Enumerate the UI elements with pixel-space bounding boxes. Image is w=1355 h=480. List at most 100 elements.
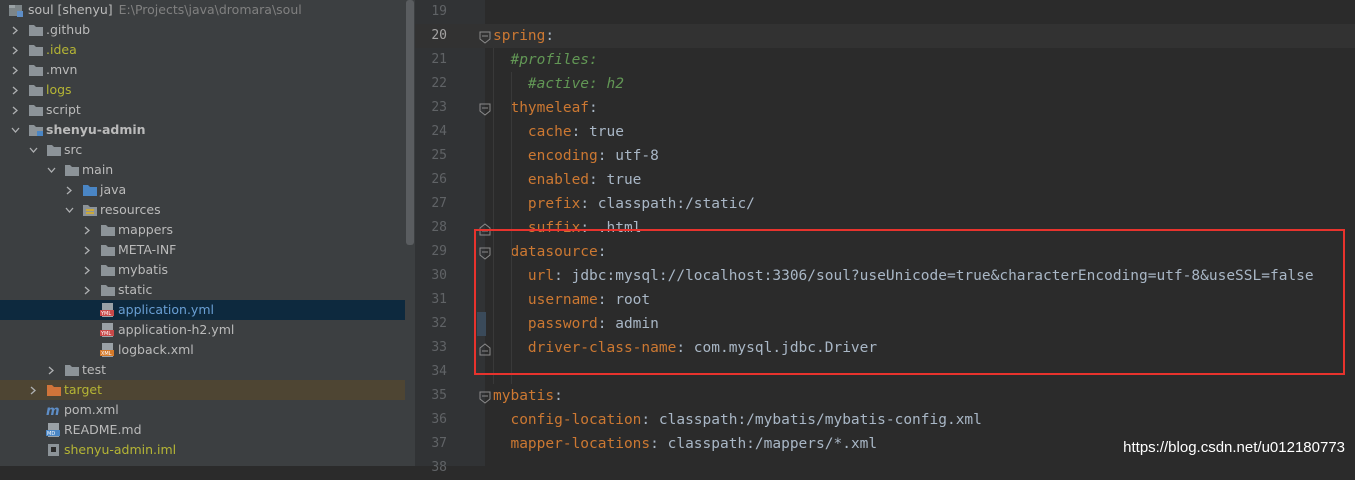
tree-item[interactable]: target [0,380,405,400]
tree-scrollbar-thumb[interactable] [406,0,414,245]
project-icon [8,3,24,17]
yml-file-icon: YML [100,303,116,317]
folder-icon [28,43,44,57]
yaml-text [493,52,510,68]
chevron-right-icon[interactable] [64,180,76,200]
yaml-key: enabled [527,172,590,188]
chevron-right-icon[interactable] [10,80,22,100]
svg-text:MD: MD [47,431,55,437]
tree-item-label: shenyu-admin.iml [64,442,177,457]
code-line[interactable]: enabled: true [493,168,642,192]
tree-item[interactable]: mybatis [0,260,405,280]
yaml-comment: #profiles: [510,52,598,68]
tree-root[interactable]: soul [shenyu] E:\Projects\java\dromara\so… [0,0,405,20]
chevron-right-icon[interactable] [82,240,94,260]
chevron-right-icon[interactable] [82,260,94,280]
code-line[interactable]: spring: [493,24,554,48]
chevron-right-icon[interactable] [10,60,22,80]
code-line[interactable]: mapper-locations: classpath:/mappers/*.x… [493,432,877,456]
chevron-right-icon[interactable] [10,40,22,60]
tree-item-label: logback.xml [118,342,194,357]
annotation-highlight-box [474,229,1345,375]
chevron-right-icon[interactable] [10,20,22,40]
tree-item-label: resources [100,202,161,217]
yaml-key: prefix [527,196,581,212]
project-name: soul [shenyu] [28,2,113,17]
tree-item[interactable]: static [0,280,405,300]
tree-scrollbar[interactable] [405,0,415,466]
chevron-right-icon[interactable] [10,100,22,120]
line-number: 25 [431,148,447,163]
tree-item-label: .github [46,22,91,37]
code-line[interactable]: thymeleaf: [493,96,597,120]
tree-item[interactable]: resources [0,200,405,220]
code-line[interactable]: cache: true [493,120,624,144]
tree-item[interactable]: src [0,140,405,160]
folder-icon [28,23,44,37]
tree-item[interactable]: YML application-h2.yml [0,320,405,340]
tree-item[interactable]: META-INF [0,240,405,260]
line-number: 20 [431,28,447,43]
code-line[interactable]: #profiles: [493,48,598,72]
line-number: 24 [431,124,447,139]
tree-item[interactable]: MD README.md [0,420,405,440]
tree-item-label: .mvn [46,62,78,77]
tree-item[interactable]: java [0,180,405,200]
tree-item[interactable]: shenyu-admin.iml [0,440,405,460]
xml-file-icon: XML [100,343,116,357]
tree-item[interactable]: .idea [0,40,405,60]
fold-open-icon[interactable] [479,101,492,116]
tree-item[interactable]: script [0,100,405,120]
tree-item-label: README.md [64,422,142,437]
tree-item[interactable]: XML logback.xml [0,340,405,360]
code-line[interactable]: mybatis: [493,384,563,408]
fold-open-icon[interactable] [479,29,492,44]
source-folder-icon [82,183,98,197]
chevron-right-icon[interactable] [46,360,58,380]
chevron-down-icon[interactable] [64,200,76,220]
code-line[interactable]: #active: h2 [493,72,624,96]
project-tree: soul [shenyu] E:\Projects\java\dromara\so… [0,0,405,466]
tree-item-label: test [82,362,107,377]
tree-item-label: logs [46,82,72,97]
yaml-key: mapper-locations [510,436,651,452]
line-number: 28 [431,220,447,235]
tree-item-label: mappers [118,222,174,237]
chevron-down-icon[interactable] [46,160,58,180]
yaml-text: : [554,388,563,404]
tree-item[interactable]: main [0,160,405,180]
tree-item[interactable]: shenyu-admin [0,120,405,140]
watermark: https://blog.csdn.net/u012180773 [1123,439,1345,456]
tree-item-label: src [64,142,83,157]
yaml-text: : classpath:/mappers/*.xml [650,436,878,452]
tree-item[interactable]: YML application.yml [0,300,405,320]
code-line[interactable]: encoding: utf-8 [493,144,659,168]
fold-open-icon[interactable] [479,389,492,404]
code-line[interactable]: config-location: classpath:/mybatis/myba… [493,408,982,432]
chevron-down-icon[interactable] [10,120,22,140]
chevron-right-icon[interactable] [82,280,94,300]
yaml-text: : classpath:/static/ [580,196,755,212]
resources-folder-icon [82,203,98,217]
folder-icon [100,283,116,297]
yaml-key: config-location [510,412,642,428]
chevron-right-icon[interactable] [28,380,40,400]
folder-icon [64,363,80,377]
chevron-down-icon[interactable] [28,140,40,160]
tree-item[interactable]: .github [0,20,405,40]
tree-item[interactable]: test [0,360,405,380]
line-number: 34 [431,364,447,379]
line-number: 19 [431,4,447,19]
folder-icon [28,103,44,117]
line-number: 35 [431,388,447,403]
tree-item-label: java [100,182,127,197]
tree-item[interactable]: logs [0,80,405,100]
chevron-right-icon[interactable] [82,220,94,240]
yaml-text: : classpath:/mybatis/mybatis-config.xml [641,412,982,428]
tree-item[interactable]: .mvn [0,60,405,80]
code-line[interactable]: prefix: classpath:/static/ [493,192,755,216]
md-file-icon: MD [46,423,62,437]
tree-item[interactable]: mappers [0,220,405,240]
line-number: 27 [431,196,447,211]
tree-item[interactable]: m pom.xml [0,400,405,420]
